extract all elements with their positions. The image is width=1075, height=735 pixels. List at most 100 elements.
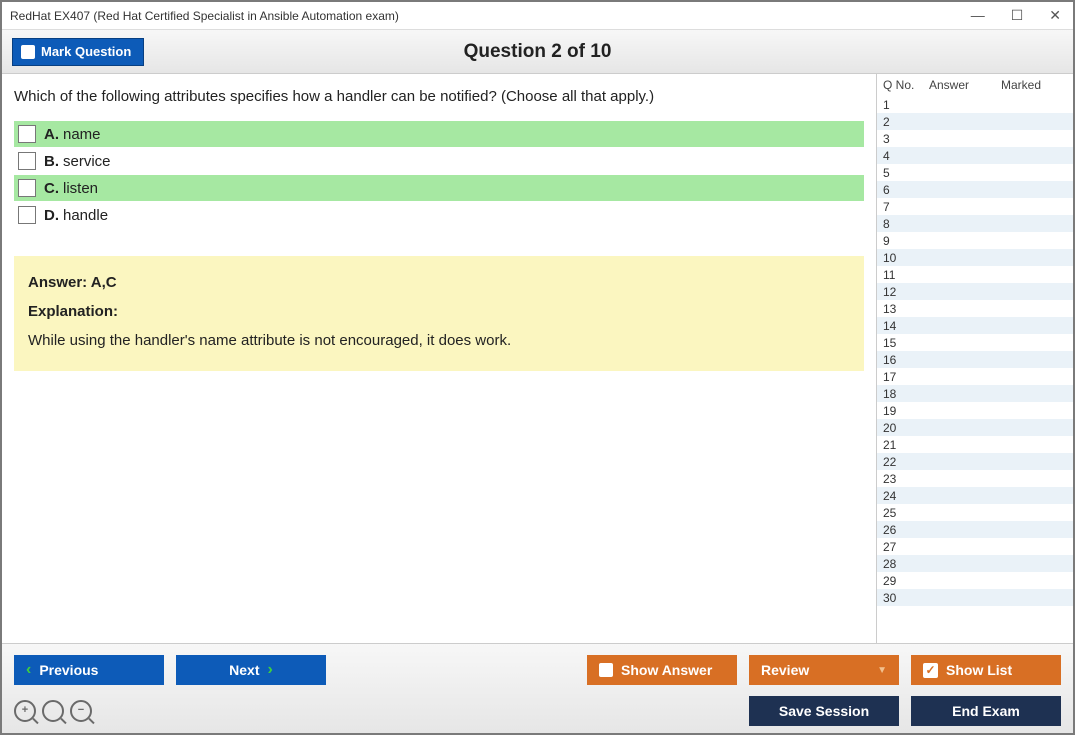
question-list-row[interactable]: 18	[877, 385, 1073, 402]
option-text: name	[63, 126, 101, 143]
question-list-row[interactable]: 15	[877, 334, 1073, 351]
zoom-out-icon[interactable]: −	[70, 700, 92, 722]
question-list-row[interactable]: 19	[877, 402, 1073, 419]
end-exam-label: End Exam	[952, 703, 1020, 719]
zoom-reset-icon[interactable]	[42, 700, 64, 722]
checkbox-checked-icon: ✓	[923, 663, 938, 678]
option-row[interactable]: A. name	[14, 121, 864, 147]
option-checkbox[interactable]	[18, 179, 36, 197]
app-window: RedHat EX407 (Red Hat Certified Speciali…	[0, 0, 1075, 735]
qno-cell: 6	[877, 183, 923, 197]
question-list-row[interactable]: 3	[877, 130, 1073, 147]
question-text: Which of the following attributes specif…	[14, 88, 864, 105]
zoom-controls: + −	[14, 700, 92, 722]
explanation-text: While using the handler's name attribute…	[28, 332, 850, 349]
question-list-row[interactable]: 20	[877, 419, 1073, 436]
options-list: A. nameB. serviceC. listenD. handle	[14, 121, 864, 228]
explanation-label: Explanation:	[28, 303, 850, 320]
zoom-in-icon[interactable]: +	[14, 700, 36, 722]
window-title: RedHat EX407 (Red Hat Certified Speciali…	[10, 9, 967, 23]
option-row[interactable]: D. handle	[14, 202, 864, 228]
maximize-icon[interactable]: ☐	[1007, 7, 1028, 24]
answer-label: Answer: A,C	[28, 274, 850, 291]
question-list-row[interactable]: 8	[877, 215, 1073, 232]
review-button[interactable]: Review ▼	[749, 655, 899, 685]
question-list-row[interactable]: 2	[877, 113, 1073, 130]
qno-cell: 3	[877, 132, 923, 146]
show-list-label: Show List	[946, 662, 1012, 678]
qno-cell: 2	[877, 115, 923, 129]
question-list-row[interactable]: 11	[877, 266, 1073, 283]
question-list-row[interactable]: 1	[877, 96, 1073, 113]
question-list-panel: Q No. Answer Marked 12345678910111213141…	[876, 74, 1073, 643]
question-list-row[interactable]: 14	[877, 317, 1073, 334]
checkbox-icon	[599, 663, 613, 677]
option-letter: B.	[44, 153, 59, 170]
chevron-down-icon: ▼	[877, 665, 887, 676]
question-list-row[interactable]: 22	[877, 453, 1073, 470]
question-list-row[interactable]: 28	[877, 555, 1073, 572]
qno-cell: 8	[877, 217, 923, 231]
option-checkbox[interactable]	[18, 206, 36, 224]
save-session-button[interactable]: Save Session	[749, 696, 899, 726]
col-header-answer: Answer	[923, 78, 995, 92]
previous-button[interactable]: ‹ Previous	[14, 655, 164, 685]
question-list-row[interactable]: 21	[877, 436, 1073, 453]
col-header-qno: Q No.	[877, 78, 923, 92]
question-list-header: Q No. Answer Marked	[877, 74, 1073, 96]
qno-cell: 1	[877, 98, 923, 112]
next-button[interactable]: Next ›	[176, 655, 326, 685]
option-checkbox[interactable]	[18, 152, 36, 170]
body: Which of the following attributes specif…	[2, 74, 1073, 643]
question-list-row[interactable]: 24	[877, 487, 1073, 504]
question-list-row[interactable]: 4	[877, 147, 1073, 164]
mark-question-button[interactable]: Mark Question	[12, 38, 144, 66]
qno-cell: 14	[877, 319, 923, 333]
question-list-row[interactable]: 26	[877, 521, 1073, 538]
qno-cell: 22	[877, 455, 923, 469]
question-list-body[interactable]: 1234567891011121314151617181920212223242…	[877, 96, 1073, 643]
show-list-button[interactable]: ✓ Show List	[911, 655, 1061, 685]
qno-cell: 13	[877, 302, 923, 316]
chevron-left-icon: ‹	[26, 661, 31, 679]
qno-cell: 23	[877, 472, 923, 486]
question-list-row[interactable]: 17	[877, 368, 1073, 385]
qno-cell: 9	[877, 234, 923, 248]
question-list-row[interactable]: 5	[877, 164, 1073, 181]
save-session-label: Save Session	[779, 703, 869, 719]
question-list-row[interactable]: 9	[877, 232, 1073, 249]
close-icon[interactable]: ✕	[1045, 7, 1065, 24]
show-answer-button[interactable]: Show Answer	[587, 655, 737, 685]
end-exam-button[interactable]: End Exam	[911, 696, 1061, 726]
minimize-icon[interactable]: —	[967, 7, 989, 24]
checkbox-icon	[21, 45, 35, 59]
question-list-row[interactable]: 16	[877, 351, 1073, 368]
question-list-row[interactable]: 7	[877, 198, 1073, 215]
question-list-row[interactable]: 6	[877, 181, 1073, 198]
qno-cell: 29	[877, 574, 923, 588]
option-row[interactable]: C. listen	[14, 175, 864, 201]
option-checkbox[interactable]	[18, 125, 36, 143]
qno-cell: 4	[877, 149, 923, 163]
question-panel: Which of the following attributes specif…	[2, 74, 876, 643]
qno-cell: 30	[877, 591, 923, 605]
window-controls: — ☐ ✕	[967, 7, 1065, 24]
question-counter: Question 2 of 10	[464, 41, 612, 63]
question-list-row[interactable]: 25	[877, 504, 1073, 521]
question-list-row[interactable]: 30	[877, 589, 1073, 606]
qno-cell: 20	[877, 421, 923, 435]
option-text: handle	[63, 207, 108, 224]
qno-cell: 16	[877, 353, 923, 367]
footer-row-2: + − Save Session End Exam	[14, 694, 1061, 728]
question-list-row[interactable]: 12	[877, 283, 1073, 300]
option-row[interactable]: B. service	[14, 148, 864, 174]
option-text: listen	[63, 180, 98, 197]
question-list-row[interactable]: 29	[877, 572, 1073, 589]
show-answer-label: Show Answer	[621, 662, 712, 678]
question-list-row[interactable]: 27	[877, 538, 1073, 555]
question-list-row[interactable]: 23	[877, 470, 1073, 487]
answer-box: Answer: A,C Explanation: While using the…	[14, 256, 864, 371]
previous-label: Previous	[39, 662, 98, 678]
question-list-row[interactable]: 10	[877, 249, 1073, 266]
question-list-row[interactable]: 13	[877, 300, 1073, 317]
